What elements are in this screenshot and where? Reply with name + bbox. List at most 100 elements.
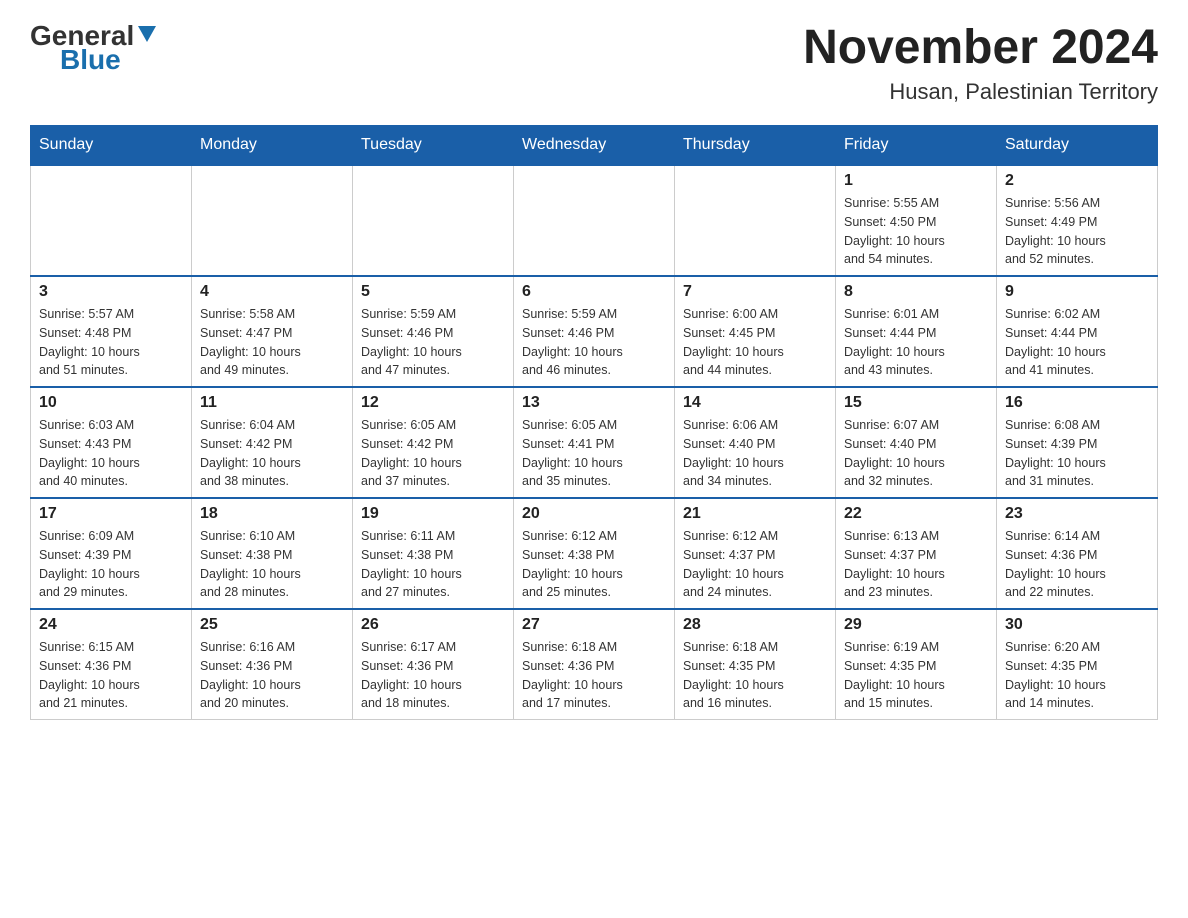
calendar-cell: 12 Sunrise: 6:05 AMSunset: 4:42 PMDayligh… [353,387,514,498]
day-number: 23 [1005,505,1149,523]
week-row-2: 3Sunrise: 5:57 AMSunset: 4:48 PMDaylight… [31,276,1158,387]
calendar-subtitle: Husan, Palestinian Territory [803,79,1158,105]
calendar-cell: 13 Sunrise: 6:05 AMSunset: 4:41 PMDayligh… [514,387,675,498]
calendar-cell: 1 Sunrise: 5:55 AMSunset: 4:50 PMDaylight… [836,165,997,276]
day-number: 26 [361,616,505,634]
calendar-cell: 20 Sunrise: 6:12 AMSunset: 4:38 PMDayligh… [514,498,675,609]
calendar-cell [675,165,836,276]
day-number: 6 [522,283,666,301]
calendar-cell: 28 Sunrise: 6:18 AMSunset: 4:35 PMDayligh… [675,609,836,720]
day-info: Sunrise: 5:58 AMSunset: 4:47 PMDaylight:… [200,305,344,380]
day-number: 2 [1005,172,1149,190]
day-info: Sunrise: 5:59 AMSunset: 4:46 PMDaylight:… [522,305,666,380]
logo-blue-text: Blue [30,44,121,76]
calendar-cell: 26 Sunrise: 6:17 AMSunset: 4:36 PMDayligh… [353,609,514,720]
day-info: Sunrise: 6:12 AMSunset: 4:38 PMDaylight:… [522,527,666,602]
day-info: Sunrise: 6:05 AMSunset: 4:41 PMDaylight:… [522,416,666,491]
weekday-header-wednesday: Wednesday [514,126,675,166]
week-row-1: 1 Sunrise: 5:55 AMSunset: 4:50 PMDaylight… [31,165,1158,276]
day-info: Sunrise: 6:03 AMSunset: 4:43 PMDaylight:… [39,416,183,491]
logo-triangle-icon [138,26,156,42]
day-number: 1 [844,172,988,190]
day-info: Sunrise: 6:20 AMSunset: 4:35 PMDaylight:… [1005,638,1149,713]
calendar-cell: 19 Sunrise: 6:11 AMSunset: 4:38 PMDayligh… [353,498,514,609]
day-number: 9 [1005,283,1149,301]
day-info: Sunrise: 5:55 AMSunset: 4:50 PMDaylight:… [844,194,988,269]
calendar-cell: 15Sunrise: 6:07 AMSunset: 4:40 PMDayligh… [836,387,997,498]
day-number: 16 [1005,394,1149,412]
day-info: Sunrise: 6:13 AMSunset: 4:37 PMDaylight:… [844,527,988,602]
week-row-3: 10 Sunrise: 6:03 AMSunset: 4:43 PMDayligh… [31,387,1158,498]
day-info: Sunrise: 6:19 AMSunset: 4:35 PMDaylight:… [844,638,988,713]
day-number: 17 [39,505,183,523]
day-info: Sunrise: 6:05 AMSunset: 4:42 PMDaylight:… [361,416,505,491]
day-info: Sunrise: 5:56 AMSunset: 4:49 PMDaylight:… [1005,194,1149,269]
weekday-header-saturday: Saturday [997,126,1158,166]
day-info: Sunrise: 6:00 AMSunset: 4:45 PMDaylight:… [683,305,827,380]
day-number: 28 [683,616,827,634]
calendar-title: November 2024 [803,20,1158,75]
day-number: 24 [39,616,183,634]
calendar-cell: 24 Sunrise: 6:15 AMSunset: 4:36 PMDayligh… [31,609,192,720]
day-info: Sunrise: 6:07 AMSunset: 4:40 PMDaylight:… [844,416,988,491]
day-number: 7 [683,283,827,301]
day-number: 30 [1005,616,1149,634]
calendar-cell: 16 Sunrise: 6:08 AMSunset: 4:39 PMDayligh… [997,387,1158,498]
weekday-header-friday: Friday [836,126,997,166]
calendar-cell: 3Sunrise: 5:57 AMSunset: 4:48 PMDaylight… [31,276,192,387]
day-number: 21 [683,505,827,523]
day-number: 10 [39,394,183,412]
page-header: General Blue November 2024 Husan, Palest… [30,20,1158,105]
day-number: 25 [200,616,344,634]
day-number: 12 [361,394,505,412]
day-info: Sunrise: 6:18 AMSunset: 4:36 PMDaylight:… [522,638,666,713]
day-info: Sunrise: 6:15 AMSunset: 4:36 PMDaylight:… [39,638,183,713]
calendar-cell: 11Sunrise: 6:04 AMSunset: 4:42 PMDayligh… [192,387,353,498]
day-info: Sunrise: 5:57 AMSunset: 4:48 PMDaylight:… [39,305,183,380]
weekday-header-sunday: Sunday [31,126,192,166]
calendar-cell: 25 Sunrise: 6:16 AMSunset: 4:36 PMDayligh… [192,609,353,720]
calendar-cell: 30 Sunrise: 6:20 AMSunset: 4:35 PMDayligh… [997,609,1158,720]
title-block: November 2024 Husan, Palestinian Territo… [803,20,1158,105]
calendar-cell [514,165,675,276]
calendar-cell: 27 Sunrise: 6:18 AMSunset: 4:36 PMDayligh… [514,609,675,720]
day-info: Sunrise: 6:11 AMSunset: 4:38 PMDaylight:… [361,527,505,602]
day-info: Sunrise: 6:09 AMSunset: 4:39 PMDaylight:… [39,527,183,602]
day-info: Sunrise: 6:16 AMSunset: 4:36 PMDaylight:… [200,638,344,713]
day-info: Sunrise: 6:10 AMSunset: 4:38 PMDaylight:… [200,527,344,602]
calendar-cell: 23 Sunrise: 6:14 AMSunset: 4:36 PMDayligh… [997,498,1158,609]
calendar-cell [31,165,192,276]
day-number: 27 [522,616,666,634]
day-number: 13 [522,394,666,412]
week-row-4: 17 Sunrise: 6:09 AMSunset: 4:39 PMDayligh… [31,498,1158,609]
day-info: Sunrise: 6:04 AMSunset: 4:42 PMDaylight:… [200,416,344,491]
day-number: 19 [361,505,505,523]
calendar-cell: 2 Sunrise: 5:56 AMSunset: 4:49 PMDaylight… [997,165,1158,276]
calendar-cell: 4Sunrise: 5:58 AMSunset: 4:47 PMDaylight… [192,276,353,387]
calendar-cell [353,165,514,276]
calendar-cell: 29Sunrise: 6:19 AMSunset: 4:35 PMDayligh… [836,609,997,720]
calendar-cell: 14 Sunrise: 6:06 AMSunset: 4:40 PMDayligh… [675,387,836,498]
day-info: Sunrise: 6:06 AMSunset: 4:40 PMDaylight:… [683,416,827,491]
day-info: Sunrise: 6:18 AMSunset: 4:35 PMDaylight:… [683,638,827,713]
day-number: 5 [361,283,505,301]
logo: General Blue [30,20,156,76]
calendar-cell: 9Sunrise: 6:02 AMSunset: 4:44 PMDaylight… [997,276,1158,387]
weekday-header-tuesday: Tuesday [353,126,514,166]
day-info: Sunrise: 6:14 AMSunset: 4:36 PMDaylight:… [1005,527,1149,602]
day-number: 14 [683,394,827,412]
calendar-cell: 6 Sunrise: 5:59 AMSunset: 4:46 PMDaylight… [514,276,675,387]
week-row-5: 24 Sunrise: 6:15 AMSunset: 4:36 PMDayligh… [31,609,1158,720]
calendar-cell: 7 Sunrise: 6:00 AMSunset: 4:45 PMDaylight… [675,276,836,387]
calendar-cell: 18 Sunrise: 6:10 AMSunset: 4:38 PMDayligh… [192,498,353,609]
day-number: 8 [844,283,988,301]
day-number: 18 [200,505,344,523]
calendar-cell [192,165,353,276]
day-info: Sunrise: 6:17 AMSunset: 4:36 PMDaylight:… [361,638,505,713]
day-info: Sunrise: 6:08 AMSunset: 4:39 PMDaylight:… [1005,416,1149,491]
calendar-cell: 8Sunrise: 6:01 AMSunset: 4:44 PMDaylight… [836,276,997,387]
day-number: 20 [522,505,666,523]
calendar-table: SundayMondayTuesdayWednesdayThursdayFrid… [30,125,1158,720]
calendar-cell: 5Sunrise: 5:59 AMSunset: 4:46 PMDaylight… [353,276,514,387]
day-number: 22 [844,505,988,523]
